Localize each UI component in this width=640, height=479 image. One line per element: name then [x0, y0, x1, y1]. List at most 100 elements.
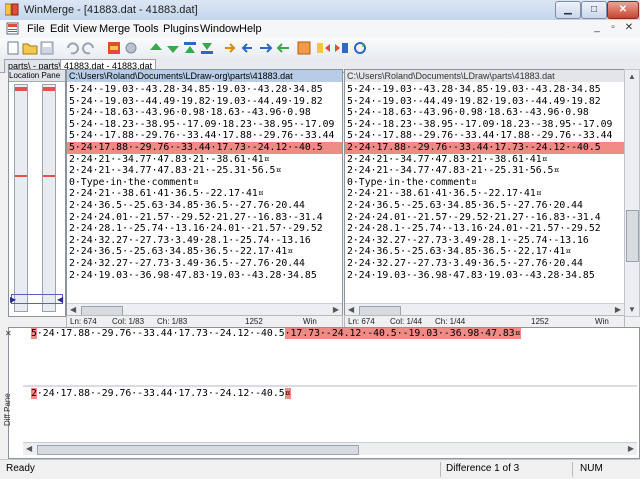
toolbar [0, 38, 640, 59]
left-line[interactable]: 5·24·-19.03·-43.28·34.85·19.03·-43.28·34… [67, 84, 342, 96]
location-diff-marker [43, 175, 55, 177]
right-line[interactable]: 2·24·21·-34.77·47.83·21·-25.31·56.5¤ [345, 165, 624, 177]
copy-all-left-icon[interactable] [275, 40, 291, 56]
all-diffs-icon[interactable] [106, 40, 122, 56]
left-line[interactable]: 2·24·28.1·-25.74·-13.16·24.01·-21.57·-29… [67, 223, 342, 235]
menu-help[interactable]: Help [239, 23, 262, 35]
new-icon[interactable] [5, 40, 21, 56]
arrow-right-icon: ▶ [10, 295, 17, 304]
right-line[interactable]: 2·24·32.27·-27.73·3.49·36.5·-27.76·20.44 [345, 258, 624, 270]
menu-edit[interactable]: Edit [50, 23, 69, 35]
left-line-diff[interactable]: 5·24·17.88·-29.76·-33.44·17.73·-24.12·-4… [67, 141, 342, 154]
next-diff-icon[interactable] [165, 40, 181, 56]
diff-pane-horizontal-scrollbar[interactable]: ◀ ▶ [23, 442, 637, 455]
diff-line-left[interactable]: 5·24·17.88·-29.76·-33.44·17.73·-24.12·-4… [31, 328, 521, 340]
diff-scroll-thumb[interactable] [37, 445, 359, 455]
left-line[interactable]: 2·24·21·-38.61·41·36.5·-22.17·41¤ [67, 188, 342, 200]
copy-all-right-icon[interactable] [258, 40, 274, 56]
mdi-minimize-icon[interactable]: _ [590, 22, 604, 35]
copy-left-icon[interactable] [239, 40, 255, 56]
location-viewport-indicator[interactable] [11, 294, 63, 304]
diff-pane-splitter[interactable] [23, 385, 637, 387]
scroll-down-icon[interactable]: ▼ [628, 305, 636, 314]
minimize-button[interactable]: ▁ [555, 1, 581, 19]
diff-pane-close-icon[interactable]: ✕ [5, 329, 12, 338]
left-line[interactable]: 2·24·32.27·-27.73·3.49·36.5·-27.76·20.44 [67, 258, 342, 270]
right-line[interactable]: 2·24·36.5·-25.63·34.85·36.5·-27.76·20.44 [345, 200, 624, 212]
location-bar-left[interactable] [14, 84, 28, 312]
scroll-up-icon[interactable]: ▲ [628, 72, 636, 81]
maximize-button[interactable]: □ [581, 1, 607, 19]
diff-pane[interactable]: ✕ Diff Pane 5·24·17.88·-29.76·-33.44·17.… [3, 327, 640, 459]
right-line[interactable]: 5·24·-19.03·-44.49·19.82·19.03·-44.49·19… [345, 96, 624, 108]
left-line[interactable]: 2·24·21·-34.77·47.83·21·-38.61·41¤ [67, 154, 342, 166]
right-file-pane[interactable]: C:\Users\Roland\Documents\LDraw\parts\41… [344, 69, 625, 317]
left-line[interactable]: 5·24·-18.63·-43.96·0.98·18.63·-43.96·0.9… [67, 107, 342, 119]
right-lines[interactable]: 5·24·-19.03·-43.28·34.85·19.03·-43.28·34… [345, 84, 624, 281]
right-line[interactable]: 5·24·-17.88·-29.76·-33.44·17.88·-29.76·-… [345, 130, 624, 142]
mdi-controls: _ ▫ ✕ [588, 22, 636, 35]
right-line[interactable]: 2·24·21·-38.61·41·36.5·-22.17·41¤ [345, 188, 624, 200]
scroll-left-icon[interactable]: ◀ [26, 443, 32, 455]
mdi-close-icon[interactable]: ✕ [622, 22, 636, 35]
diff-end-marker: ¤ [284, 388, 291, 399]
menu-bar: File Edit View Merge Tools Plugins Windo… [0, 20, 640, 39]
open-folder-icon[interactable] [22, 40, 38, 56]
save-icon[interactable] [39, 40, 55, 56]
vertical-scrollbar[interactable]: ▲ ▼ [624, 69, 640, 317]
last-diff-icon[interactable] [199, 40, 215, 56]
mdi-restore-icon[interactable]: ▫ [606, 22, 620, 35]
left-line[interactable]: 2·24·36.5·-25.63·34.85·36.5·-27.76·20.44 [67, 200, 342, 212]
menu-tools[interactable]: Tools [133, 23, 159, 35]
location-pane[interactable]: Location Pane ▶ ◀ [8, 69, 66, 317]
left-lines[interactable]: 5·24·-19.03·-43.28·34.85·19.03·-43.28·34… [67, 84, 342, 281]
right-line[interactable]: 2·24·36.5·-25.63·34.85·36.5·-22.17·41¤ [345, 246, 624, 258]
first-diff-icon[interactable] [182, 40, 198, 56]
left-line[interactable]: 5·24·-18.23·-38.95·-17.09·18.23·-38.95·-… [67, 119, 342, 131]
right-line[interactable]: 5·24·-18.63·-43.96·0.98·18.63·-43.96·0.9… [345, 107, 624, 119]
menu-plugins[interactable]: Plugins [163, 23, 199, 35]
menu-view[interactable]: View [73, 23, 97, 35]
right-line[interactable]: 5·24·-18.23·-38.95·-17.09·18.23·-38.95·-… [345, 119, 624, 131]
right-line[interactable]: 0·Type·in·the·comment¤ [345, 177, 624, 189]
left-line[interactable]: 0·Type·in·the·comment¤ [67, 177, 342, 189]
copy-right-icon[interactable] [222, 40, 238, 56]
menu-window[interactable]: Window [200, 23, 239, 35]
left-line[interactable]: 2·24·21·-34.77·47.83·21·-25.31·56.5¤ [67, 165, 342, 177]
right-line[interactable]: 2·24·32.27·-27.73·3.49·28.1·-25.74·-13.1… [345, 235, 624, 247]
right-line-diff[interactable]: 2·24·17.88·-29.76·-33.44·17.73·-24.12·-4… [345, 141, 624, 154]
right-line[interactable]: 2·24·28.1·-25.74·-13.16·24.01·-21.57·-29… [345, 223, 624, 235]
left-line[interactable]: 2·24·32.27·-27.73·3.49·28.1·-25.74·-13.1… [67, 235, 342, 247]
left-line[interactable]: 5·24·-17.88·-29.76·-33.44·17.88·-29.76·-… [67, 130, 342, 142]
diff-line-right[interactable]: 2·24·17.88·-29.76·-33.44·17.73·-24.12·-4… [31, 388, 291, 400]
left-line[interactable]: 2·24·24.01·-21.57·-29.52·21.27·-16.83·-3… [67, 212, 342, 224]
left-line[interactable]: 2·24·36.5·-25.63·34.85·36.5·-22.17·41¤ [67, 246, 342, 258]
right-line[interactable]: 2·24·24.01·-21.57·-29.52·21.27·-16.83·-3… [345, 212, 624, 224]
window-title: WinMerge - [41883.dat - 41883.dat] [24, 4, 198, 16]
undo-icon[interactable] [64, 40, 80, 56]
right-line[interactable]: 2·24·21·-34.77·47.83·21·-38.61·41¤ [345, 154, 624, 166]
compare-icon[interactable] [316, 40, 332, 56]
prev-diff-icon[interactable] [148, 40, 164, 56]
scroll-right-icon[interactable]: ▶ [628, 443, 634, 455]
status-num-lock: NUM [580, 463, 603, 474]
location-bar-right[interactable] [42, 84, 56, 312]
location-diff-marker [43, 87, 55, 91]
menu-merge[interactable]: Merge [99, 23, 130, 35]
menu-file[interactable]: File [27, 23, 45, 35]
left-line[interactable]: 2·24·19.03·-36.98·47.83·19.03·-43.28·34.… [67, 270, 342, 282]
left-file-pane[interactable]: C:\Users\Roland\Documents\LDraw-org\part… [66, 69, 343, 317]
refresh-icon[interactable] [296, 40, 312, 56]
document-icon[interactable] [6, 22, 19, 35]
redo-icon[interactable] [81, 40, 97, 56]
right-line[interactable]: 5·24·-19.03·-43.28·34.85·19.03·-43.28·34… [345, 84, 624, 96]
compare-back-icon[interactable] [333, 40, 349, 56]
diff-extra-text: ·17.73·-24.12·-40.5·-19.03·-36.98·47.83¤ [284, 328, 521, 339]
vertical-scroll-thumb[interactable] [626, 210, 639, 262]
right-line[interactable]: 2·24·19.03·-36.98·47.83·19.03·-43.28·34.… [345, 270, 624, 282]
left-line[interactable]: 5·24·-19.03·-44.49·19.82·19.03·-44.49·19… [67, 96, 342, 108]
options-icon[interactable] [123, 40, 139, 56]
sync-icon[interactable] [352, 40, 368, 56]
close-button[interactable]: ✕ [607, 1, 639, 19]
diff-same-text: ·24·17.88·-29.76·-33.44·17.73·-24.12·-40… [36, 388, 285, 399]
